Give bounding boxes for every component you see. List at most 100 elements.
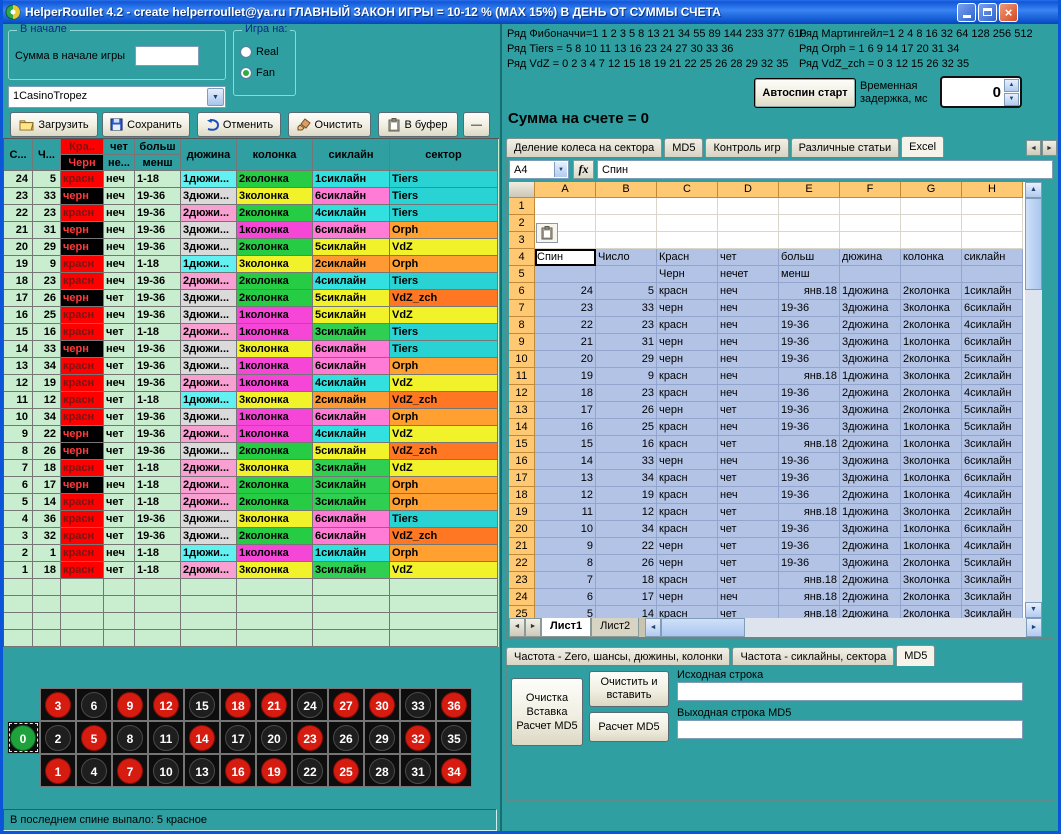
excel-cell-B8[interactable]: 23 <box>596 317 657 334</box>
excel-cell-C2[interactable] <box>657 215 718 232</box>
excel-cell-A18[interactable]: 12 <box>535 487 596 504</box>
excel-cell-A13[interactable]: 17 <box>535 402 596 419</box>
excel-cell-H13[interactable]: 5сиклайн <box>962 402 1023 419</box>
excel-cell-B1[interactable] <box>596 198 657 215</box>
excel-cell-E23[interactable]: янв.18 <box>779 572 840 589</box>
excel-cell-C1[interactable] <box>657 198 718 215</box>
excel-cell-D3[interactable] <box>718 232 779 249</box>
excel-cell-E1[interactable] <box>779 198 840 215</box>
excel-cell-B22[interactable]: 26 <box>596 555 657 572</box>
excel-vscrollbar[interactable]: ▲ ▼ <box>1025 182 1042 618</box>
excel-cell-B6[interactable]: 5 <box>596 283 657 300</box>
excel-row-header-17[interactable]: 17 <box>509 470 535 487</box>
excel-cell-F2[interactable] <box>840 215 901 232</box>
excel-cell-F23[interactable]: 2дюжина <box>840 572 901 589</box>
scroll-down-icon[interactable]: ▼ <box>1025 602 1042 618</box>
excel-cell-C24[interactable]: черн <box>657 589 718 606</box>
excel-col-header-D[interactable]: D <box>718 182 779 198</box>
md5-clear-paste-calc-button[interactable]: Очистка Вставка Расчет MD5 <box>511 678 583 746</box>
excel-cell-E7[interactable]: 19-36 <box>779 300 840 317</box>
excel-cell-F21[interactable]: 2дюжина <box>840 538 901 555</box>
board-cell-3[interactable]: 3 <box>40 688 76 721</box>
excel-row-header-2[interactable]: 2 <box>509 215 535 232</box>
excel-cell-B19[interactable]: 12 <box>596 504 657 521</box>
excel-cell-C13[interactable]: черн <box>657 402 718 419</box>
excel-cell-F14[interactable]: 3дюжина <box>840 419 901 436</box>
excel-corner[interactable] <box>509 182 535 198</box>
excel-cell-D12[interactable]: неч <box>718 385 779 402</box>
excel-cell-A7[interactable]: 23 <box>535 300 596 317</box>
excel-cell-D5[interactable]: нечет <box>718 266 779 283</box>
excel-cell-D9[interactable]: неч <box>718 334 779 351</box>
excel-row-header-16[interactable]: 16 <box>509 453 535 470</box>
md5-output-input[interactable] <box>677 720 1023 739</box>
excel-cell-B23[interactable]: 18 <box>596 572 657 589</box>
casino-combo[interactable]: 1CasinoTropez ▼ <box>8 86 226 108</box>
board-cell-8[interactable]: 8 <box>112 721 148 754</box>
excel-cell-G11[interactable]: 3колонка <box>901 368 962 385</box>
tab-scroll-left-button[interactable]: ◄ <box>1026 140 1041 156</box>
excel-cell-C20[interactable]: красн <box>657 521 718 538</box>
excel-cell-H23[interactable]: 3сиклайн <box>962 572 1023 589</box>
excel-row-header-19[interactable]: 19 <box>509 504 535 521</box>
excel-cell-E13[interactable]: 19-36 <box>779 402 840 419</box>
board-cell-7[interactable]: 7 <box>112 754 148 787</box>
excel-cell-E2[interactable] <box>779 215 840 232</box>
excel-cell-B9[interactable]: 31 <box>596 334 657 351</box>
excel-cell-C14[interactable]: красн <box>657 419 718 436</box>
excel-row-header-25[interactable]: 25 <box>509 606 535 618</box>
excel-cell-G22[interactable]: 2колонка <box>901 555 962 572</box>
board-cell-14[interactable]: 14 <box>184 721 220 754</box>
spinner-up-button[interactable]: ▲ <box>1004 79 1019 92</box>
excel-cell-G16[interactable]: 3колонка <box>901 453 962 470</box>
excel-cell-E11[interactable]: янв.18 <box>779 368 840 385</box>
sheet-tab-лист1[interactable]: Лист1 <box>541 618 591 637</box>
excel-cell-C7[interactable]: черн <box>657 300 718 317</box>
excel-cell-H3[interactable] <box>962 232 1023 249</box>
excel-cell-B7[interactable]: 33 <box>596 300 657 317</box>
scroll-up-icon[interactable]: ▲ <box>1025 182 1042 198</box>
excel-cell-F13[interactable]: 3дюжина <box>840 402 901 419</box>
board-cell-12[interactable]: 12 <box>148 688 184 721</box>
excel-cell-H4[interactable]: сиклайн <box>962 249 1023 266</box>
excel-row-header-1[interactable]: 1 <box>509 198 535 215</box>
excel-cell-D6[interactable]: неч <box>718 283 779 300</box>
paste-options-icon[interactable] <box>536 223 558 243</box>
excel-cell-B24[interactable]: 17 <box>596 589 657 606</box>
excel-cell-B15[interactable]: 16 <box>596 436 657 453</box>
hscroll-thumb[interactable] <box>661 618 745 637</box>
excel-cell-B10[interactable]: 29 <box>596 351 657 368</box>
board-cell-25[interactable]: 25 <box>328 754 364 787</box>
excel-cell-C12[interactable]: красн <box>657 385 718 402</box>
excel-cell-G24[interactable]: 2колонка <box>901 589 962 606</box>
excel-cell-H14[interactable]: 5сиклайн <box>962 419 1023 436</box>
md5-source-input[interactable] <box>677 682 1023 701</box>
hscroll-right-icon[interactable]: ► <box>1026 618 1042 637</box>
excel-cell-A17[interactable]: 13 <box>535 470 596 487</box>
excel-cell-F20[interactable]: 3дюжина <box>840 521 901 538</box>
excel-cell-F17[interactable]: 3дюжина <box>840 470 901 487</box>
excel-cell-E22[interactable]: 19-36 <box>779 555 840 572</box>
board-cell-20[interactable]: 20 <box>256 721 292 754</box>
excel-cell-H17[interactable]: 6сиклайн <box>962 470 1023 487</box>
excel-cell-H15[interactable]: 3сиклайн <box>962 436 1023 453</box>
board-cell-30[interactable]: 30 <box>364 688 400 721</box>
board-cell-1[interactable]: 1 <box>40 754 76 787</box>
bottom-tab-частота-zero-шансы-дюжины-колонки[interactable]: Частота - Zero, шансы, дюжины, колонки <box>506 647 730 666</box>
excel-row-header-14[interactable]: 14 <box>509 419 535 436</box>
excel-cell-F19[interactable]: 1дюжина <box>840 504 901 521</box>
excel-cell-A9[interactable]: 21 <box>535 334 596 351</box>
excel-cell-D8[interactable]: неч <box>718 317 779 334</box>
excel-cell-B3[interactable] <box>596 232 657 249</box>
excel-cell-E16[interactable]: 19-36 <box>779 453 840 470</box>
md5-clear-and-paste-button[interactable]: Очистить и вставить <box>589 671 669 707</box>
excel-row-header-11[interactable]: 11 <box>509 368 535 385</box>
excel-cell-E14[interactable]: 19-36 <box>779 419 840 436</box>
excel-cell-B18[interactable]: 19 <box>596 487 657 504</box>
excel-cell-A14[interactable]: 16 <box>535 419 596 436</box>
excel-cell-D1[interactable] <box>718 198 779 215</box>
sheet-tab-лист2[interactable]: Лист2 <box>591 618 639 637</box>
board-cell-17[interactable]: 17 <box>220 721 256 754</box>
excel-cell-H7[interactable]: 6сиклайн <box>962 300 1023 317</box>
sheet-nav-left-button[interactable]: ◄ <box>509 618 525 637</box>
